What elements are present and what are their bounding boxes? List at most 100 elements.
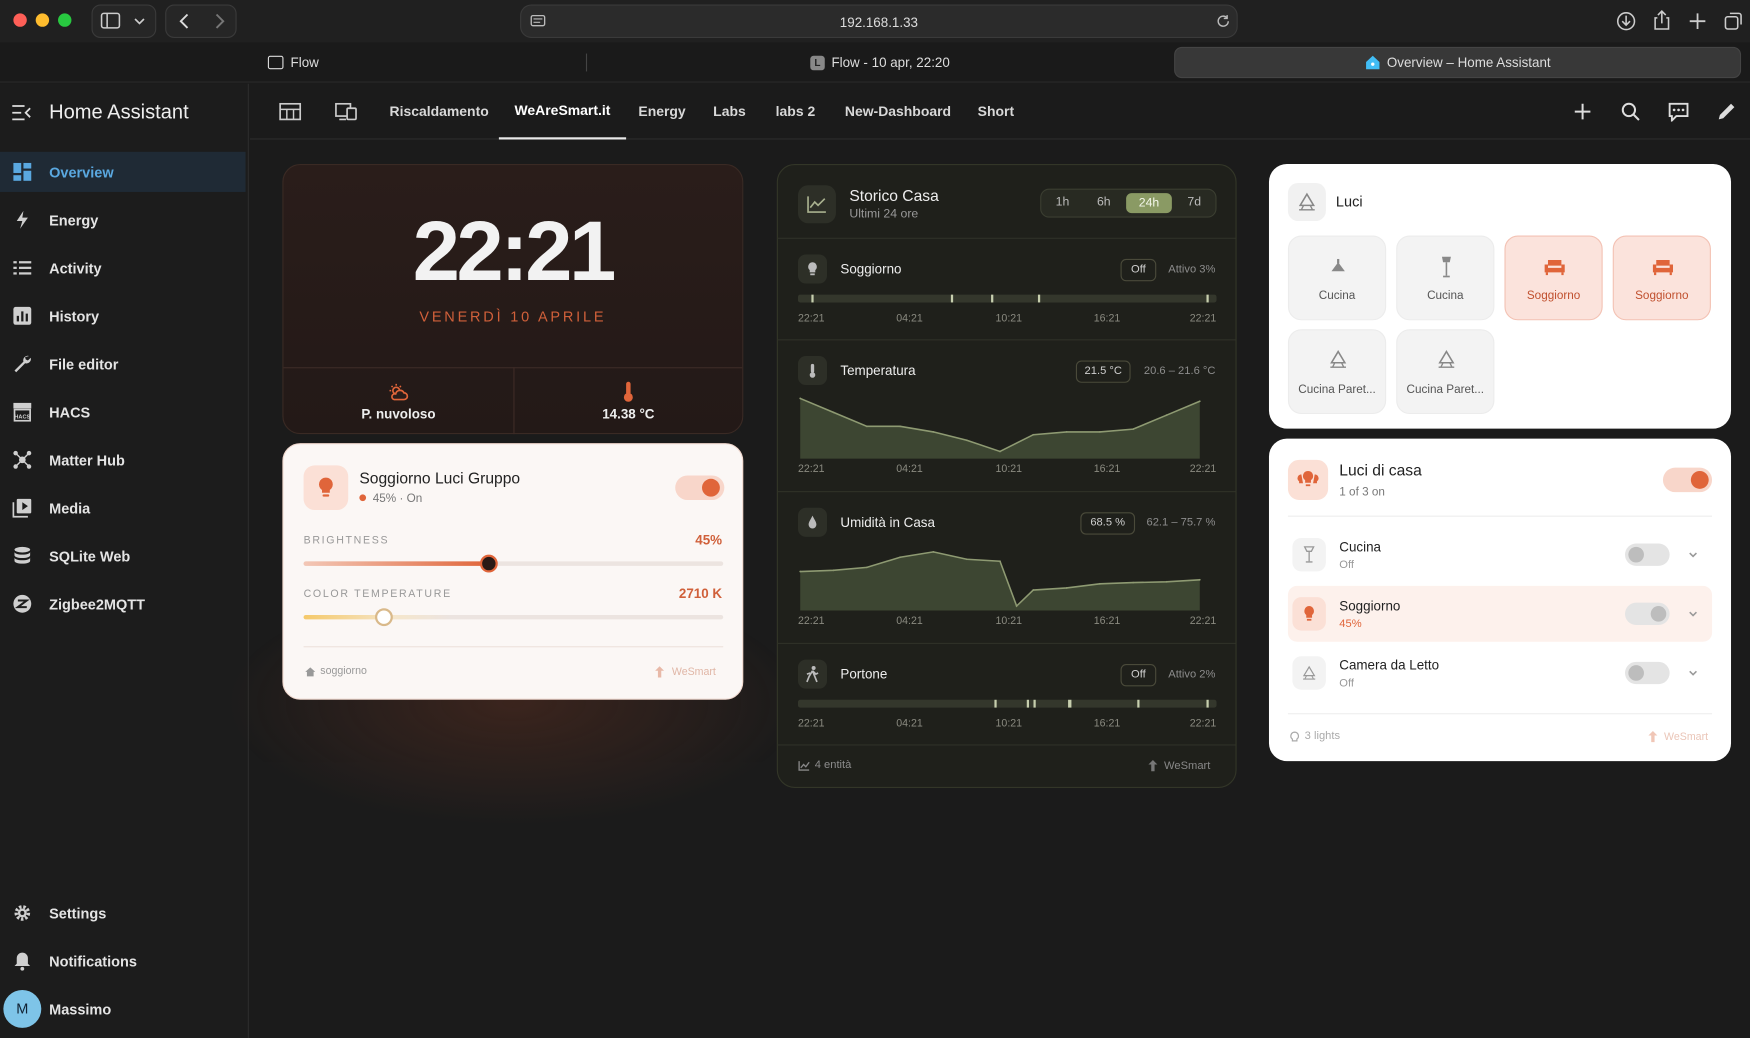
light-button-label: Cucina [1318,289,1356,303]
history-row-soggiorno[interactable]: Soggiorno Off Attivo 3% 22:21 04:21 10:2… [778,239,1236,339]
assist-chat-icon[interactable] [1667,102,1689,122]
chevron-down-icon[interactable] [1687,667,1698,678]
history-row-temperatura[interactable]: Temperatura 21.5 °C 20.6 – 21.6 °C 22:21… [778,340,1236,492]
sidebar-item-sqlite-web[interactable]: SQLite Web [0,536,246,576]
light-button-cucina-parete-1[interactable]: Cucina Paret... [1287,329,1387,415]
row-icon-badge [797,254,828,284]
sidebar-item-media[interactable]: Media [0,488,246,528]
x-tick: 22:21 [797,717,825,730]
back-icon[interactable] [179,13,189,29]
media-icon [12,498,32,518]
downloads-icon[interactable] [1615,10,1637,32]
light-button-cucina-ceiling[interactable]: Cucina [1287,235,1387,321]
add-icon[interactable] [1573,102,1593,122]
sidebar-item-label: Energy [49,211,99,229]
sidebar-item-file-editor[interactable]: File editor [0,344,246,384]
light-name: Camera da Letto [1339,657,1440,673]
chevron-down-icon[interactable] [1687,608,1698,619]
light-button-cucina-parete-2[interactable]: Cucina Paret... [1396,329,1495,415]
light-row-soggiorno[interactable]: Soggiorno 45% [1287,585,1713,642]
light-button-cucina-lamp[interactable]: Cucina [1396,235,1495,321]
zoom-window-button[interactable] [58,13,72,27]
divider [1287,713,1713,715]
light-button-soggiorno-1[interactable]: Soggiorno [1504,235,1603,321]
light-toggle-camera-da-letto[interactable] [1624,661,1670,685]
zigbee-icon [13,594,32,613]
sidebar-item-overview[interactable]: Overview [0,151,246,192]
lightbulb-group-icon [1297,470,1319,487]
tab-new-dashboard[interactable]: New-Dashboard [845,84,951,140]
history-row-umidita[interactable]: Umidità in Casa 68.5 % 62.1 – 75.7 % 22:… [778,492,1236,644]
browser-tab-flow[interactable]: Flow [9,47,578,78]
close-window-button[interactable] [13,13,27,27]
tab-labs[interactable]: Labs [713,84,746,140]
tab-labs-2[interactable]: labs 2 [776,84,816,140]
address-bar[interactable]: 192.168.1.33 [520,4,1238,38]
status-dot [359,494,367,502]
range-24h[interactable]: 24h [1126,193,1172,214]
light-group-toggle[interactable] [675,475,725,500]
devices-icon[interactable] [335,102,357,121]
overview-icon [13,162,32,181]
minimize-window-button[interactable] [35,13,50,27]
row-name: Soggiorno [840,261,902,277]
sidebar-item-matter-hub[interactable]: Matter Hub [0,440,246,480]
sidebar-item-user[interactable]: M Massimo [0,989,246,1029]
lightning-icon [16,210,28,229]
clock-time: 22:21 [412,204,617,300]
sidebar-item-hacs[interactable]: HACS HACS [0,392,246,432]
sidebar-item-zigbee2mqtt[interactable]: Zigbee2MQTT [0,584,246,624]
light-state: Off [1339,559,1354,572]
room-label: soggiorno [320,665,367,678]
history-row-portone[interactable]: Portone Off Attivo 2% 22:21 04:21 10:21 … [778,644,1236,744]
dashboard-grid-icon[interactable] [279,102,302,121]
menu-icon[interactable] [11,104,31,122]
chevron-down-icon[interactable] [1687,549,1698,560]
sidebar-item-label: Notifications [49,952,137,970]
tab-energy[interactable]: Energy [638,84,685,140]
light-toggle-soggiorno[interactable] [1624,602,1670,625]
light-toggle-cucina[interactable] [1624,543,1670,566]
color-temp-slider-handle[interactable] [374,608,393,627]
data-point [965,558,968,561]
row-icon-badge [797,659,828,689]
luci-casa-master-toggle[interactable] [1662,467,1713,493]
browser-tab-home-assistant[interactable]: Overview – Home Assistant [1174,46,1742,79]
tab-wearesmart[interactable]: WeAreSmart.it [498,84,627,140]
x-tick: 22:21 [797,614,825,628]
tab-riscaldamento[interactable]: Riscaldamento [390,84,489,140]
tab-overview-icon[interactable] [1722,10,1744,32]
sidebar-item-notifications[interactable]: Notifications [0,941,246,981]
range-6h[interactable]: 6h [1090,195,1117,208]
range-7d[interactable]: 7d [1181,195,1208,208]
light-row-cucina[interactable]: Cucina Off [1288,528,1712,582]
floor-lamp-icon [1441,256,1451,278]
sidebar-item-energy[interactable]: Energy [0,200,246,240]
forward-icon[interactable] [215,13,225,29]
row-extra: Attivo 2% [1168,668,1216,681]
tab-short[interactable]: Short [978,84,1014,140]
search-icon[interactable] [1621,102,1641,122]
browser-tab-flow-date[interactable]: L Flow - 10 apr, 22:20 [592,47,1169,78]
app-title: Home Assistant [49,100,189,123]
sidebar-item-activity[interactable]: Activity [0,248,246,288]
light-button-soggiorno-2[interactable]: Soggiorno [1612,235,1711,321]
sidebar-item-settings[interactable]: Settings [0,893,246,933]
sidebar-item-label: SQLite Web [49,547,131,565]
edit-pencil-icon[interactable] [1717,102,1737,122]
light-row-camera-da-letto[interactable]: Camera da Letto Off [1288,646,1712,700]
sidebar-item-history[interactable]: History [0,296,246,336]
range-1h[interactable]: 1h [1049,195,1076,208]
share-icon[interactable] [1651,9,1673,31]
x-axis: 22:21 04:21 10:21 16:21 22:21 [798,718,1217,731]
lights-count: 3 lights [1304,729,1341,743]
brightness-slider-handle[interactable] [479,554,498,573]
x-tick: 16:21 [1093,312,1121,325]
brightness-label: BRIGHTNESS [303,534,390,547]
sidebar-toggle-button[interactable] [91,4,157,38]
reload-icon[interactable] [1215,13,1231,29]
color-temp-slider-track[interactable] [303,614,724,620]
new-tab-icon[interactable] [1686,10,1708,32]
color-temp-value: 2710 K [678,585,723,602]
x-tick: 04:21 [896,614,923,628]
